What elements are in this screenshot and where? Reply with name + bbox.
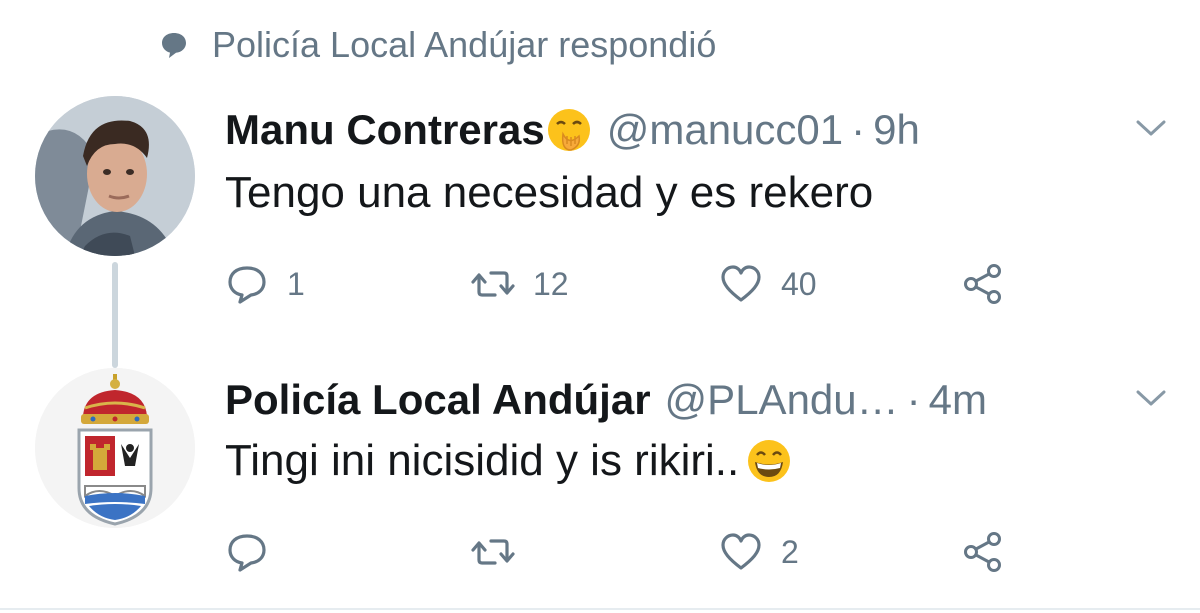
tweet-text: Tingi ini nicisidid y is rikiri..: [225, 436, 740, 485]
share-button[interactable]: [961, 522, 1005, 582]
tweet-header: Manu Contreras @manucc01 · 9h: [225, 100, 920, 160]
like-button[interactable]: 2: [719, 522, 799, 582]
chevron-down-icon[interactable]: [1134, 118, 1168, 138]
retweet-button[interactable]: [471, 522, 533, 582]
coat-of-arms-logo: [35, 368, 195, 528]
retweet-icon: [471, 539, 515, 565]
author-name[interactable]: Manu Contreras: [225, 106, 545, 154]
chevron-down-icon[interactable]: [1134, 388, 1168, 408]
author-name[interactable]: Policía Local Andújar: [225, 376, 651, 424]
social-context-text: Policía Local Andújar respondió: [212, 24, 717, 65]
like-count: 40: [781, 265, 817, 302]
bottom-divider: [0, 608, 1200, 610]
author-handle[interactable]: @PLAndu…: [665, 376, 899, 424]
speech-bubble-icon: [162, 33, 186, 58]
profile-photo: [35, 96, 195, 256]
reply-button[interactable]: [225, 522, 287, 582]
avatar-policia-local-andujar[interactable]: [35, 368, 195, 528]
separator-dot: ·: [906, 376, 921, 423]
avatar-manu-contreras[interactable]: [35, 96, 195, 256]
share-icon: [964, 532, 1001, 572]
retweet-icon: [471, 271, 515, 297]
face-with-hand-over-mouth-emoji: [547, 109, 590, 151]
share-icon: [964, 264, 1001, 304]
social-context[interactable]: Policía Local Andújar respondió: [160, 20, 716, 70]
author-handle[interactable]: @manucc01: [607, 106, 843, 154]
heart-icon: [721, 265, 761, 302]
tweet-text-row: Tingi ini nicisidid y is rikiri..: [225, 436, 793, 486]
reply-count: 1: [287, 265, 305, 302]
timestamp[interactable]: 4m: [929, 376, 987, 424]
thread-connector-line: [112, 262, 118, 368]
heart-icon: [721, 533, 761, 570]
like-count: 2: [781, 533, 799, 570]
reply-icon: [228, 266, 266, 304]
timestamp[interactable]: 9h: [873, 106, 920, 154]
share-button[interactable]: [961, 254, 1005, 314]
tweet-header: Policía Local Andújar @PLAndu… · 4m: [225, 370, 987, 430]
tweet-text: Tengo una necesidad y es rekero: [225, 168, 874, 217]
separator-dot: ·: [851, 106, 866, 153]
like-button[interactable]: 40: [719, 254, 817, 314]
tweet-actions: 1 12 40: [225, 254, 1025, 314]
tweet-actions: 2: [225, 522, 1025, 582]
retweet-button[interactable]: 12: [471, 254, 569, 314]
retweet-count: 12: [533, 265, 569, 302]
reply-button[interactable]: 1: [225, 254, 305, 314]
grinning-face-emoji: [748, 440, 791, 482]
reply-icon: [228, 534, 266, 572]
